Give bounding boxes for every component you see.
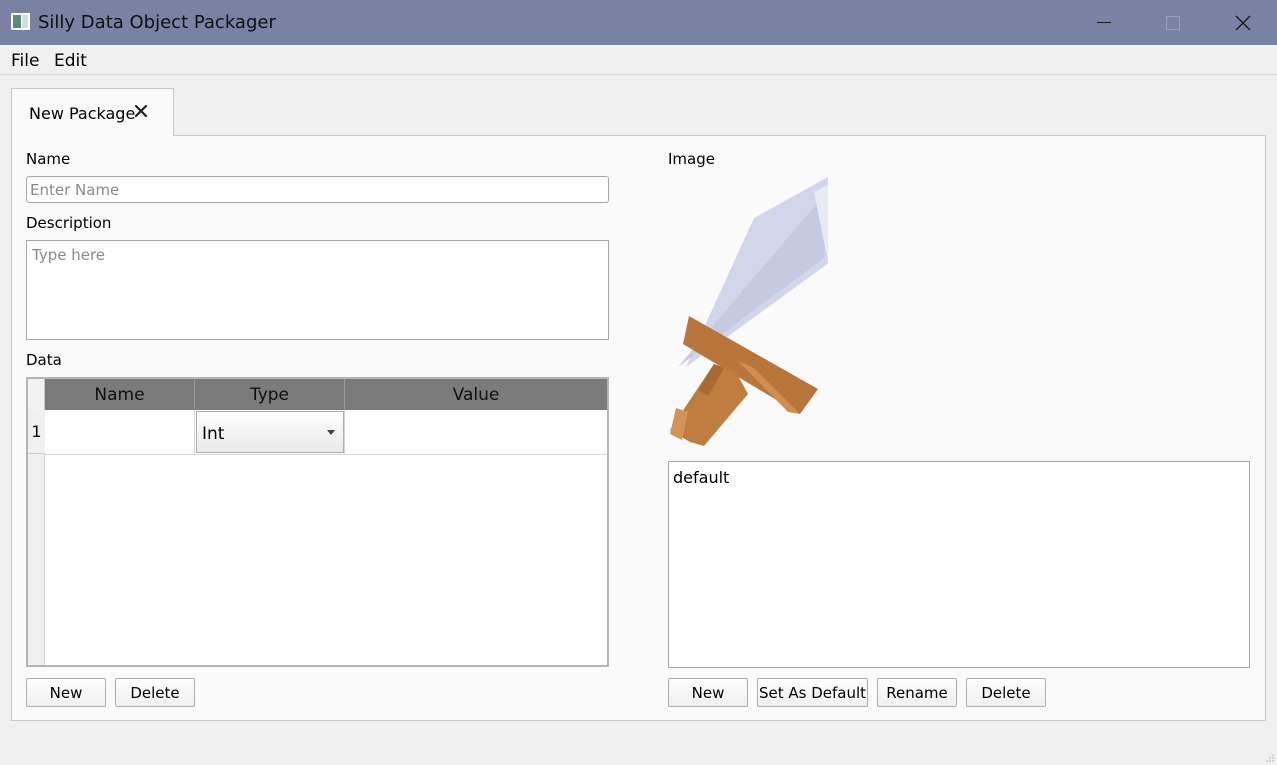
tab-new-package[interactable]: New Package [11,88,174,136]
dropdown-arrow-icon [327,430,335,435]
set-as-default-button[interactable]: Set As Default [757,678,868,707]
type-dropdown-value: Int [202,424,225,444]
type-dropdown[interactable]: Int [196,411,344,453]
column-header-type[interactable]: Type [195,379,345,410]
table-cell-type[interactable]: Int [195,410,345,455]
image-delete-button[interactable]: Delete [966,678,1046,707]
maximize-button[interactable] [1150,0,1196,45]
tab-label: New Package [29,104,136,123]
table-cell-name[interactable] [45,410,195,455]
rename-button[interactable]: Rename [877,678,957,707]
close-icon [1235,15,1251,30]
data-delete-button[interactable]: Delete [115,678,195,707]
close-button[interactable] [1220,0,1266,45]
image-variant-list[interactable]: default [668,461,1250,668]
table-corner-button[interactable] [28,379,45,410]
app-window: Silly Data Object Packager File Edit New… [0,0,1277,765]
tab-close-icon[interactable] [134,104,148,118]
name-input[interactable] [26,176,609,203]
description-label: Description [26,214,112,232]
image-label: Image [668,150,715,168]
menu-bar: File Edit [0,45,1277,75]
name-label: Name [26,150,71,168]
sword-icon [670,177,828,446]
description-input[interactable] [26,240,609,340]
image-new-button[interactable]: New [668,678,748,707]
maximize-icon [1166,15,1180,30]
window-title: Silly Data Object Packager [38,12,276,33]
app-icon [11,13,30,30]
table-cell-value[interactable] [345,410,607,455]
column-header-value[interactable]: Value [345,379,607,410]
data-label: Data [26,351,62,369]
row-header-1[interactable]: 1 [28,410,45,454]
menu-file[interactable]: File [11,51,39,71]
minimize-icon [1097,22,1111,23]
title-bar[interactable]: Silly Data Object Packager [0,0,1277,45]
data-new-button[interactable]: New [26,678,106,707]
minimize-button[interactable] [1081,0,1127,45]
data-table: Name Type Value 1 Int [26,377,609,667]
list-item[interactable]: default [673,468,729,487]
resize-grip-icon[interactable] [1265,753,1275,763]
menu-edit[interactable]: Edit [54,51,87,71]
column-header-name[interactable]: Name [45,379,195,410]
